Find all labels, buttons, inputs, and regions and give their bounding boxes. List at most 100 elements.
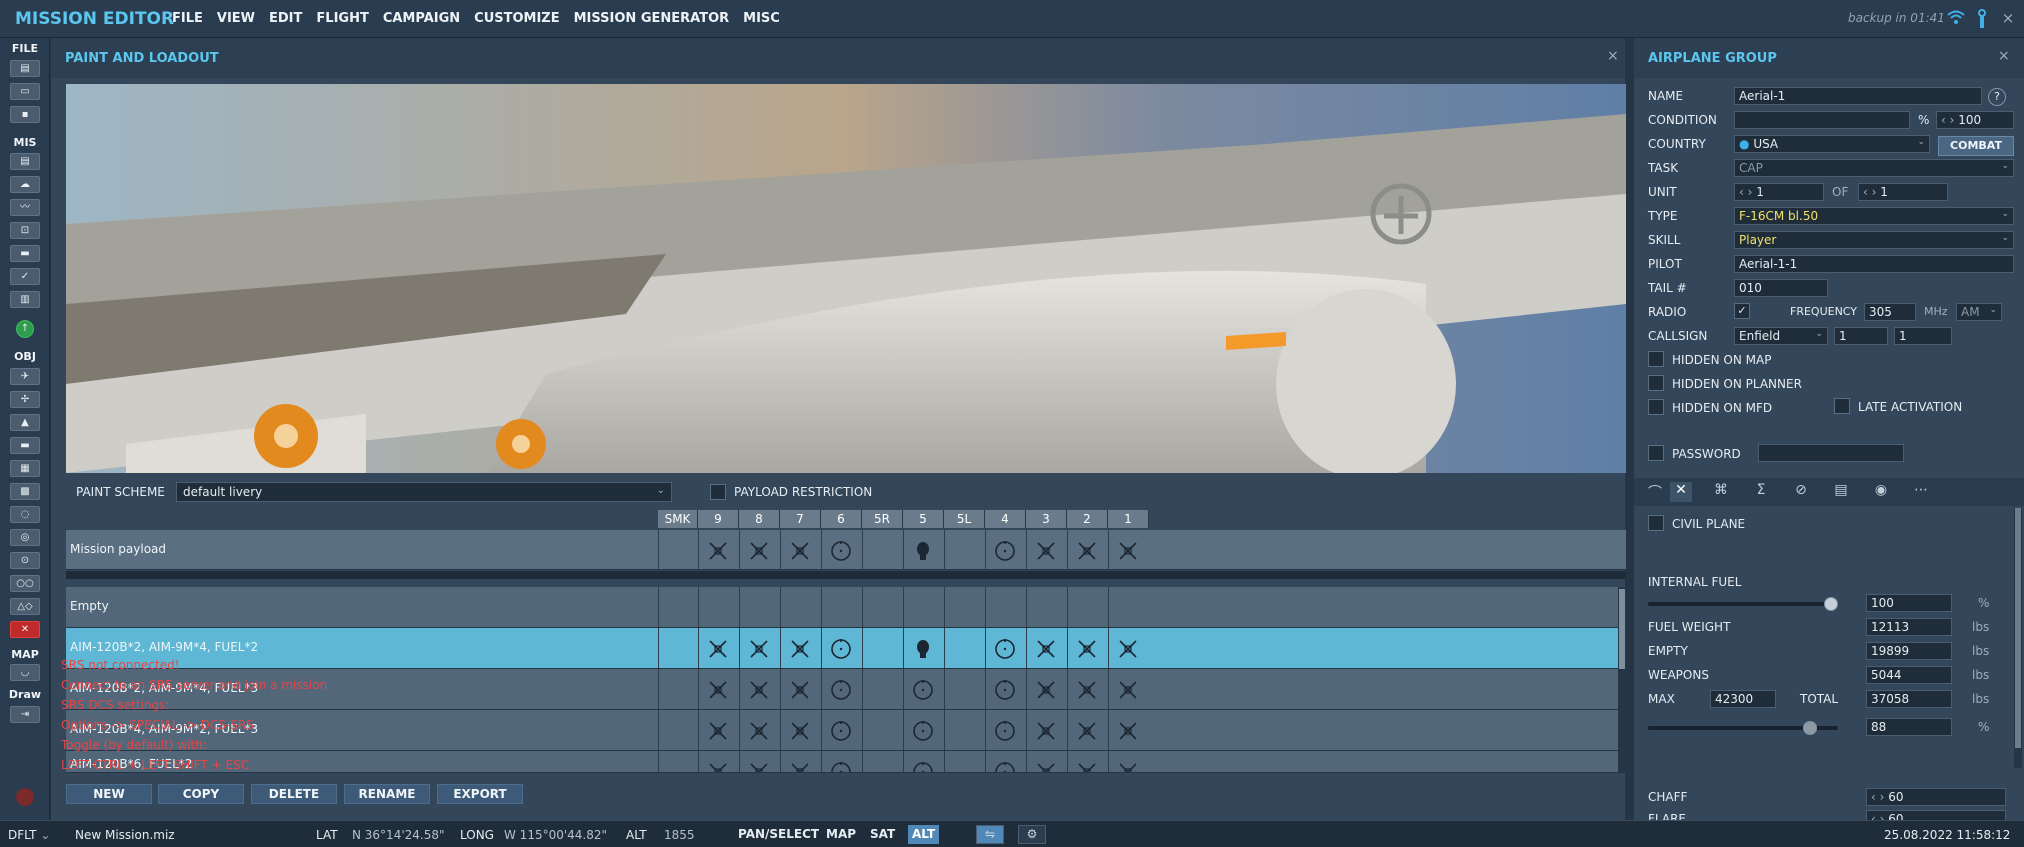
pylon-cell[interactable]	[821, 669, 862, 709]
pylon-cell[interactable]	[1067, 587, 1108, 627]
pylon-cell[interactable]	[658, 530, 698, 570]
weapons-weight-input[interactable]: 5044	[1866, 666, 1952, 684]
pylon-cell[interactable]	[862, 669, 903, 709]
pylon-cell[interactable]	[1108, 628, 1149, 668]
pylon-cell[interactable]	[780, 530, 821, 570]
pylon-cell[interactable]	[739, 710, 780, 750]
pylon-cell[interactable]	[821, 710, 862, 750]
tab-more-icon[interactable]: ⋯	[1910, 482, 1932, 502]
map-settings-icon[interactable]: ⚙	[1018, 825, 1046, 844]
pylon-cell[interactable]	[698, 710, 739, 750]
pylon-cell[interactable]	[985, 669, 1026, 709]
pylon-cell[interactable]	[739, 628, 780, 668]
pylon-cell[interactable]	[780, 587, 821, 627]
close-app-icon[interactable]: ×	[1998, 9, 2018, 29]
pylon-cell[interactable]	[698, 587, 739, 627]
pylon-cell[interactable]	[821, 751, 862, 772]
close-icon[interactable]: ×	[1607, 48, 1619, 64]
pylon-cell[interactable]	[1108, 710, 1149, 750]
tab-route-icon[interactable]: ⌒	[1644, 482, 1666, 502]
hidden-on-planner-checkbox[interactable]	[1648, 375, 1664, 391]
max-weight-input[interactable]: 42300	[1710, 690, 1776, 708]
menu-view[interactable]: VIEW	[217, 11, 255, 26]
pylon-cell[interactable]	[862, 530, 903, 570]
civil-plane-checkbox[interactable]	[1648, 515, 1664, 531]
target-icon[interactable]: ⊡	[10, 222, 40, 239]
tab-failures-icon[interactable]: ⊘	[1790, 482, 1812, 502]
helicopter-icon[interactable]: ✢	[10, 391, 40, 408]
rename-button[interactable]: RENAME	[344, 784, 430, 804]
template-icon[interactable]: ▩	[10, 483, 40, 500]
pylon-cell[interactable]	[1026, 751, 1067, 772]
map-view-button[interactable]: MAP	[822, 825, 860, 844]
callsign-number-1[interactable]: 1	[1834, 327, 1888, 345]
pylon-cell[interactable]	[1026, 628, 1067, 668]
pylon-cell[interactable]	[698, 751, 739, 772]
payload-row[interactable]: Empty	[66, 587, 1626, 628]
name-input[interactable]: Aerial-1	[1734, 87, 1982, 105]
scrollbar-thumb[interactable]	[1619, 589, 1625, 669]
delete-button[interactable]: DELETE	[251, 784, 337, 804]
route-icon[interactable]: 〰	[10, 199, 40, 216]
vehicle-icon[interactable]: ▬	[10, 437, 40, 454]
pylon-cell[interactable]	[944, 530, 985, 570]
pylon-cell[interactable]	[862, 628, 903, 668]
tail-input[interactable]: 010	[1734, 279, 1828, 297]
internal-fuel-slider[interactable]	[1648, 602, 1838, 606]
pylon-cell[interactable]	[780, 628, 821, 668]
pylon-cell[interactable]	[1026, 669, 1067, 709]
close-icon[interactable]: ×	[1998, 48, 2010, 64]
total-weight-input[interactable]: 37058	[1866, 690, 1952, 708]
pylon-cell[interactable]	[985, 710, 1026, 750]
internal-fuel-slider-knob[interactable]	[1824, 597, 1838, 611]
pylon-cell[interactable]	[739, 751, 780, 772]
payload-restriction-checkbox[interactable]	[710, 484, 726, 500]
pylon-cell[interactable]	[739, 530, 780, 570]
srs-radio-icon[interactable]	[1972, 9, 1992, 29]
pylon-cell[interactable]	[1108, 530, 1149, 570]
unit-stepper[interactable]: ‹ › 1	[1734, 183, 1824, 201]
weight-ratio-slider-knob[interactable]	[1802, 721, 1817, 735]
condition-slider-field[interactable]	[1734, 111, 1910, 129]
tab-aircraft-settings-icon[interactable]: ▤	[1830, 482, 1852, 502]
static-object-icon[interactable]: ▦	[10, 460, 40, 477]
menu-campaign[interactable]: CAMPAIGN	[383, 11, 460, 26]
new-button[interactable]: NEW	[66, 784, 152, 804]
pylon-cell[interactable]	[658, 669, 698, 709]
pylon-cell[interactable]	[1026, 587, 1067, 627]
pylon-cell[interactable]	[944, 587, 985, 627]
internal-fuel-input[interactable]: 100	[1866, 594, 1952, 612]
pylon-cell[interactable]	[658, 751, 698, 772]
pylon-cell[interactable]	[698, 530, 739, 570]
of-stepper[interactable]: ‹ › 1	[1858, 183, 1948, 201]
ship-icon[interactable]: ▲	[10, 414, 40, 431]
menu-customize[interactable]: CUSTOMIZE	[474, 11, 559, 26]
group-panel-scrollbar[interactable]	[2014, 508, 2022, 768]
tab-loadout-icon[interactable]: ✕	[1670, 482, 1692, 502]
pylon-cell[interactable]	[1108, 751, 1149, 772]
pylon-cell[interactable]	[862, 751, 903, 772]
pylon-cell[interactable]	[862, 710, 903, 750]
scrollbar-thumb[interactable]	[2015, 508, 2021, 748]
pylon-cell[interactable]	[1026, 710, 1067, 750]
check-icon[interactable]: ✓	[10, 268, 40, 285]
pylon-cell[interactable]	[780, 751, 821, 772]
empty-weight-input[interactable]: 19899	[1866, 642, 1952, 660]
pylon-cell[interactable]	[1067, 710, 1108, 750]
pylon-cell[interactable]	[821, 628, 862, 668]
copy-button[interactable]: COPY	[158, 784, 244, 804]
payload-row[interactable]: AIM-120B*4, AIM-9M*2, FUEL*3	[66, 710, 1626, 751]
payload-row[interactable]: AIM-120B*6, FUEL*2	[66, 751, 1626, 773]
map-options-icon[interactable]: ◡	[10, 664, 40, 681]
pylon-cell[interactable]	[698, 669, 739, 709]
callsign-select[interactable]: Enfield ⌄	[1734, 327, 1828, 345]
pylon-cell[interactable]	[862, 587, 903, 627]
mode-select[interactable]: DFLT ⌄	[8, 828, 50, 842]
combat-button[interactable]: COMBAT	[1938, 136, 2014, 156]
skill-select[interactable]: Player ⌄	[1734, 231, 2014, 249]
pylon-cell[interactable]	[1067, 530, 1108, 570]
pylon-cell[interactable]	[985, 751, 1026, 772]
modulation-select[interactable]: AM ⌄	[1956, 303, 2002, 321]
ruler-icon[interactable]: ○○	[10, 575, 40, 592]
pylon-cell[interactable]	[985, 628, 1026, 668]
